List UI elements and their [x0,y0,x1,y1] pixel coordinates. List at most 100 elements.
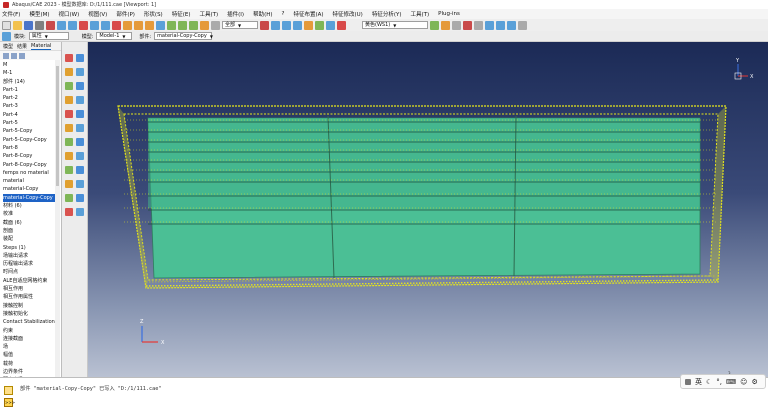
tree-item[interactable]: 装配 [3,235,57,243]
tab-results[interactable]: 结果 [17,43,27,50]
ime-menu-icon[interactable] [685,378,691,385]
assign-orientation-icon[interactable] [65,96,73,104]
tree-item[interactable]: 历程输出请求 [3,260,57,268]
pattern-icon[interactable] [507,20,516,30]
menu-view[interactable]: 视图(V) [88,10,107,18]
viewport-icon[interactable] [326,20,335,30]
view-fit-icon[interactable] [57,20,66,30]
csys-icon[interactable] [76,208,84,216]
menu-plugins-2[interactable]: Plug-ins [438,11,460,17]
ime-settings-icon[interactable]: ⚙ [751,378,757,386]
datum-axis-icon[interactable] [65,166,73,174]
menu-feature-layout[interactable]: 特征布置(A) [293,10,323,18]
message-tab-icon[interactable] [4,386,13,395]
stringer-icon[interactable] [65,152,73,160]
scroll-thumb[interactable] [56,66,59,186]
pick-icon[interactable] [46,20,55,30]
color-scheme-combo[interactable]: 黄色(WS1) ▼ [362,21,428,29]
menu-plugins[interactable]: 插件(I) [227,10,244,18]
python-tab-icon[interactable]: >>> [4,398,15,407]
model-tree-icon[interactable] [2,31,11,41]
render-shaded-icon[interactable] [189,20,198,30]
model-combo[interactable]: Model-1 ▼ [96,32,133,40]
new-file-icon[interactable] [2,20,11,30]
tree-item[interactable]: Part-2 [3,94,57,102]
menu-tools-2[interactable]: 工具(T) [410,10,429,18]
tile-icon[interactable] [337,20,346,30]
selection-filter-combo[interactable]: 全部 ▼ [222,21,258,29]
tree-item[interactable]: Part-5 [3,119,57,127]
render-hidden-icon[interactable] [178,20,187,30]
tree-item[interactable]: Part-5-Copy [3,127,57,135]
tree-item[interactable]: Part-8-Copy [3,152,57,160]
partition-face-icon[interactable] [76,180,84,188]
menu-viewport[interactable]: 视口(W) [59,10,80,18]
tree-item[interactable]: ALE自适应网格约束 [3,277,57,285]
cursor-select-icon[interactable] [211,20,220,30]
ime-user-icon[interactable]: ☺ [740,378,747,386]
tab-model[interactable]: 模型 [3,43,13,50]
datum-point-icon[interactable] [76,152,84,160]
tree-item[interactable]: 载荷 [3,360,57,368]
tree-item[interactable]: 剖面 [3,227,57,235]
mirror-icon[interactable] [496,20,505,30]
redo-icon[interactable] [474,20,483,30]
create-section-icon[interactable] [65,68,73,76]
cycle-views-icon[interactable] [123,20,132,30]
section-manager-icon[interactable] [76,68,84,76]
viewport[interactable]: Z X Y X [88,42,768,377]
front-view-icon[interactable] [134,20,143,30]
menu-whatsthis[interactable]: ? [282,11,285,17]
tree-item[interactable]: material-Copy-Copy [3,193,57,203]
tree-item[interactable]: 接触控制 [3,302,57,310]
color-code-icon[interactable] [304,20,313,30]
tree-item[interactable]: femps no material [3,169,57,177]
part-combo[interactable]: material-Copy-Copy ▼ [154,32,213,40]
composite-layup-icon[interactable] [65,194,73,202]
assign-section-icon[interactable] [65,82,73,90]
tree-item[interactable]: material [3,177,57,185]
tree-item[interactable]: 校准 [3,210,57,218]
query-property-icon[interactable] [65,208,73,216]
save-icon[interactable] [24,20,33,30]
add-icon[interactable] [282,20,291,30]
remove-icon[interactable] [293,20,302,30]
color-toggle-icon[interactable] [430,20,439,30]
tree-item[interactable]: Steps (1) [3,244,57,252]
menu-part[interactable]: 部件(P) [116,10,135,18]
tree-item[interactable]: Part-8-Copy-Copy [3,161,57,169]
special-inertia-icon[interactable] [65,138,73,146]
replace-icon[interactable] [271,20,280,30]
assign-beam-orientation-icon[interactable] [65,124,73,132]
render-wireframe-icon[interactable] [167,20,176,30]
transparency-icon[interactable] [452,20,461,30]
tree-item[interactable]: 连接截面 [3,335,57,343]
material-manager-icon[interactable] [76,54,84,62]
tree-item[interactable]: Part-4 [3,111,57,119]
skin-icon[interactable] [76,138,84,146]
ime-moon-icon[interactable]: ☾ [706,378,712,386]
tab-material[interactable]: Material [31,43,52,50]
tree-item[interactable]: 部件 (14) [3,78,57,86]
menu-feature-analysis[interactable]: 特征分析(Y) [372,10,402,18]
ime-punct-icon[interactable]: °, [716,378,722,386]
create-profile-icon[interactable] [65,110,73,118]
profile-manager-icon[interactable] [76,110,84,118]
perspective-icon[interactable] [156,20,165,30]
pan-icon[interactable] [68,20,77,30]
filter-icon[interactable] [3,52,9,59]
ime-keyboard-icon[interactable]: ⌨ [726,378,736,386]
iso-view-icon[interactable] [145,20,154,30]
tree-item[interactable]: M-1 [3,69,57,77]
partition-icon[interactable] [65,180,73,188]
tree-item[interactable]: 场 [3,343,57,351]
tree-item[interactable]: 截面 (6) [3,219,57,227]
sweep-icon[interactable] [518,20,527,30]
menu-feature[interactable]: 特征(E) [172,10,191,18]
open-folder-icon[interactable] [13,20,22,30]
ime-toolbar[interactable]: 英 ☾ °, ⌨ ☺ ⚙ [680,374,766,389]
box-zoom-icon[interactable] [101,20,110,30]
tree-item[interactable]: Part-3 [3,102,57,110]
expand-icon[interactable] [11,52,17,59]
ime-lang[interactable]: 英 [695,377,702,387]
